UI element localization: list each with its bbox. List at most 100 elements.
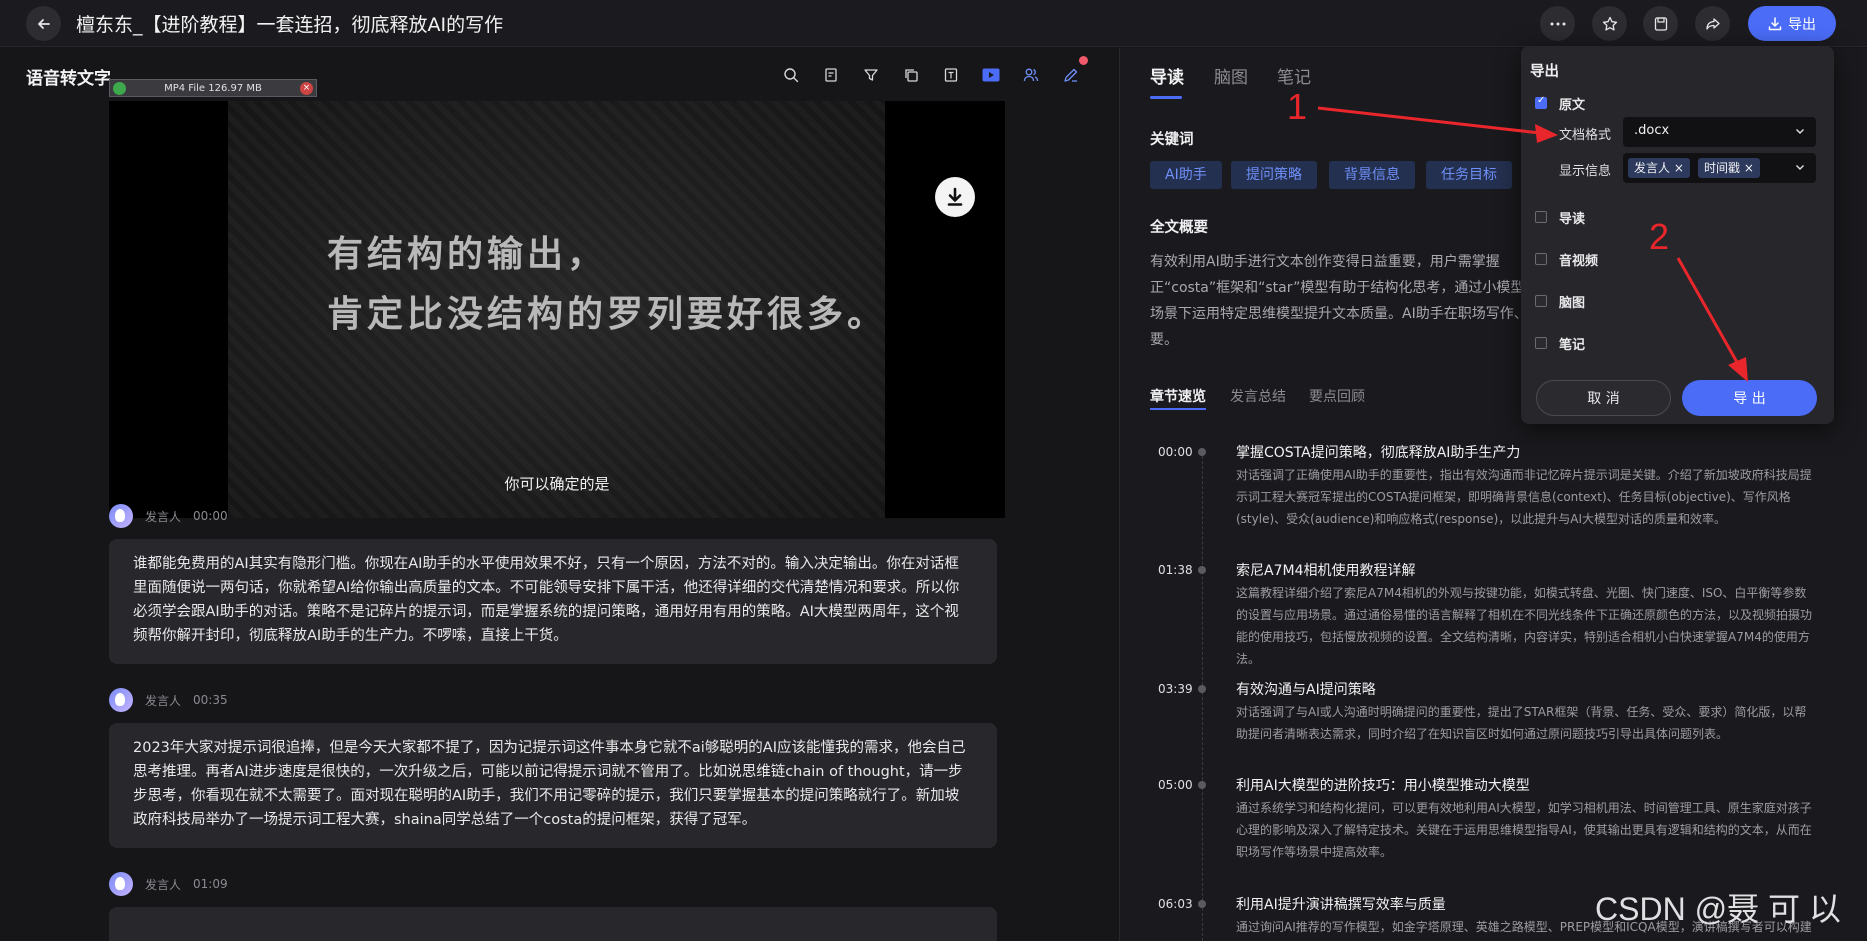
file-info-chip: MP4 File 126.97 MB × bbox=[109, 79, 317, 97]
tab-mindmap[interactable]: 脑图 bbox=[1214, 63, 1248, 88]
transcript-pane: 语音转文字 MP4 File 126.97 MB × 有结构的输出， 肯定比没结… bbox=[0, 48, 1118, 941]
transcript-paragraph[interactable]: 2023年大家对提示词很追捧，但是今天大家都不提了，因为记提示词这件事本身它就不… bbox=[109, 723, 997, 848]
search-tool[interactable] bbox=[780, 64, 802, 86]
original-label: 原文 bbox=[1559, 98, 1586, 113]
format-value: .docx bbox=[1634, 123, 1670, 138]
export-button-label: 导出 bbox=[1788, 16, 1816, 33]
notes-checkbox[interactable] bbox=[1535, 337, 1547, 349]
display-tag-label: 时间戳 bbox=[1704, 161, 1741, 175]
chapter-title[interactable]: 有效沟通与AI提问策略 bbox=[1236, 679, 1376, 699]
share-icon bbox=[1705, 17, 1720, 30]
speaker-time[interactable]: 00:35 bbox=[193, 693, 228, 707]
tab-notes[interactable]: 笔记 bbox=[1277, 63, 1311, 88]
speaker-time[interactable]: 00:00 bbox=[193, 509, 228, 523]
chapter-time[interactable]: 00:00 bbox=[1158, 445, 1193, 459]
video-play-icon bbox=[982, 68, 1000, 82]
display-tag[interactable]: 时间戳 × bbox=[1698, 158, 1760, 178]
chevron-down-icon bbox=[1796, 165, 1804, 170]
more-icon bbox=[1550, 22, 1565, 25]
video-player[interactable]: 有结构的输出， 肯定比没结构的罗列要好很多。 你可以确定的是 bbox=[109, 101, 1005, 518]
video-download-button[interactable] bbox=[935, 177, 975, 217]
download-icon bbox=[1768, 16, 1782, 30]
format-label: 文档格式 bbox=[1559, 128, 1612, 143]
document-edit-icon bbox=[825, 68, 837, 82]
avatar bbox=[109, 872, 133, 896]
keyword-tag[interactable]: 背景信息 bbox=[1329, 161, 1415, 189]
users-icon bbox=[1023, 68, 1039, 82]
keyword-tag[interactable]: AI助手 bbox=[1150, 161, 1222, 189]
export-button[interactable]: 导出 bbox=[1748, 6, 1836, 41]
translate-tool[interactable] bbox=[940, 64, 962, 86]
display-tag[interactable]: 发言人 × bbox=[1628, 158, 1690, 178]
chapter-desc: 通过系统学习和结构化提问，可以更有效地利用AI大模型，如学习相机用法、时间管理工… bbox=[1236, 801, 1812, 859]
tab-underline bbox=[1150, 96, 1182, 99]
share-button[interactable] bbox=[1695, 6, 1730, 41]
confirm-export-button[interactable]: 导 出 bbox=[1682, 380, 1817, 416]
keyword-tag[interactable]: 提问策略 bbox=[1231, 161, 1317, 189]
tab-key-points[interactable]: 要点回顾 bbox=[1309, 386, 1365, 406]
app-root: 檀东东_【进阶教程】一套连招，彻底释放AI的写作 导出 语音转文字 MP4 Fi… bbox=[0, 0, 1867, 941]
chapter-title[interactable]: 索尼A7M4相机使用教程详解 bbox=[1236, 560, 1415, 580]
tab-speaker-summary[interactable]: 发言总结 bbox=[1230, 386, 1286, 406]
more-button[interactable] bbox=[1540, 6, 1575, 41]
chevron-down-icon bbox=[1796, 129, 1804, 134]
keyword-tag[interactable]: 任务目标 bbox=[1426, 161, 1512, 189]
display-tag-label: 发言人 bbox=[1634, 161, 1671, 175]
chapter-dot bbox=[1198, 685, 1206, 693]
original-checkbox[interactable] bbox=[1535, 95, 1547, 109]
document-tool[interactable] bbox=[820, 64, 842, 86]
video-subtitle: 你可以确定的是 bbox=[504, 475, 610, 493]
speaker-tool[interactable] bbox=[1020, 64, 1042, 86]
pen-icon bbox=[1064, 68, 1078, 82]
keywords-heading: 关键词 bbox=[1150, 132, 1194, 148]
avatar bbox=[109, 504, 133, 528]
chapter-time[interactable]: 06:03 bbox=[1158, 897, 1193, 911]
top-bar: 檀东东_【进阶教程】一套连招，彻底释放AI的写作 导出 bbox=[0, 0, 1867, 47]
close-icon[interactable]: × bbox=[300, 82, 313, 95]
transcript-paragraph[interactable]: 谁都能免费用的AI其实有隐形门槛。你现在AI助手的水平使用效果不好，只有一个原因… bbox=[109, 539, 997, 664]
annotation-number-1: 1 bbox=[1287, 86, 1308, 127]
chapter-time[interactable]: 01:38 bbox=[1158, 563, 1193, 577]
tab-guide[interactable]: 导读 bbox=[1150, 63, 1184, 88]
video-caption-line-2: 肯定比没结构的罗列要好很多。 bbox=[327, 294, 888, 335]
save-button[interactable] bbox=[1643, 6, 1678, 41]
transcript-paragraph[interactable] bbox=[109, 907, 997, 941]
speaker-row: 发言人 01:09 bbox=[109, 872, 228, 896]
chapter-title[interactable]: 掌握COSTA提问策略，彻底释放AI助手生产力 bbox=[1236, 442, 1520, 462]
search-icon bbox=[784, 68, 799, 83]
export-popup: 导出 原文 文档格式 .docx 显示信息 发言人 × 时间戳 × 导读 音视频… bbox=[1521, 46, 1834, 424]
export-popup-title: 导出 bbox=[1530, 64, 1559, 80]
chapter-desc: 这篇教程详细介绍了索尼A7M4相机的外观与按键功能，如模式转盘、光圈、快门速度、… bbox=[1236, 586, 1813, 666]
copy-icon bbox=[905, 69, 918, 82]
cancel-button[interactable]: 取 消 bbox=[1536, 380, 1671, 416]
tab-chapters[interactable]: 章节速览 bbox=[1150, 386, 1206, 406]
mindmap-checkbox[interactable] bbox=[1535, 295, 1547, 307]
notification-dot bbox=[1079, 56, 1088, 65]
chapter-dot bbox=[1198, 900, 1206, 908]
speaker-time[interactable]: 01:09 bbox=[193, 877, 228, 891]
save-icon bbox=[1654, 16, 1667, 31]
guide-checkbox[interactable] bbox=[1535, 211, 1547, 223]
back-button[interactable] bbox=[26, 6, 61, 41]
video-caption-line-1: 有结构的输出， bbox=[327, 234, 608, 275]
chapter-dot bbox=[1198, 448, 1206, 456]
format-select[interactable]: .docx bbox=[1623, 117, 1816, 147]
chapter-time[interactable]: 03:39 bbox=[1158, 682, 1193, 696]
display-info-select[interactable]: 发言人 × 时间戳 × bbox=[1623, 153, 1816, 183]
page-title: 檀东东_【进阶教程】一套连招，彻底释放AI的写作 bbox=[76, 14, 504, 36]
annotate-tool[interactable] bbox=[1060, 64, 1082, 86]
speaker-name: 发言人 bbox=[145, 693, 182, 708]
chapter-time[interactable]: 05:00 bbox=[1158, 778, 1193, 792]
filter-tool[interactable] bbox=[860, 64, 882, 86]
copy-tool[interactable] bbox=[900, 64, 922, 86]
chapter-title[interactable]: 利用AI提升演讲稿撰写效率与质量 bbox=[1236, 894, 1446, 914]
chapter-timeline bbox=[1202, 451, 1203, 941]
chapter-title[interactable]: 利用AI大模型的进阶技巧：用小模型推动大模型 bbox=[1236, 775, 1530, 795]
media-checkbox[interactable] bbox=[1535, 253, 1547, 265]
favorite-button[interactable] bbox=[1592, 6, 1627, 41]
chapter-dot bbox=[1198, 566, 1206, 574]
file-info-label: MP4 File 126.97 MB bbox=[164, 82, 262, 94]
speaker-name: 发言人 bbox=[145, 877, 182, 892]
chapter-desc: 对话强调了正确使用AI助手的重要性，指出有效沟通而非记忆碎片提示词是关键。介绍了… bbox=[1236, 468, 1812, 526]
video-toggle[interactable] bbox=[980, 64, 1002, 86]
